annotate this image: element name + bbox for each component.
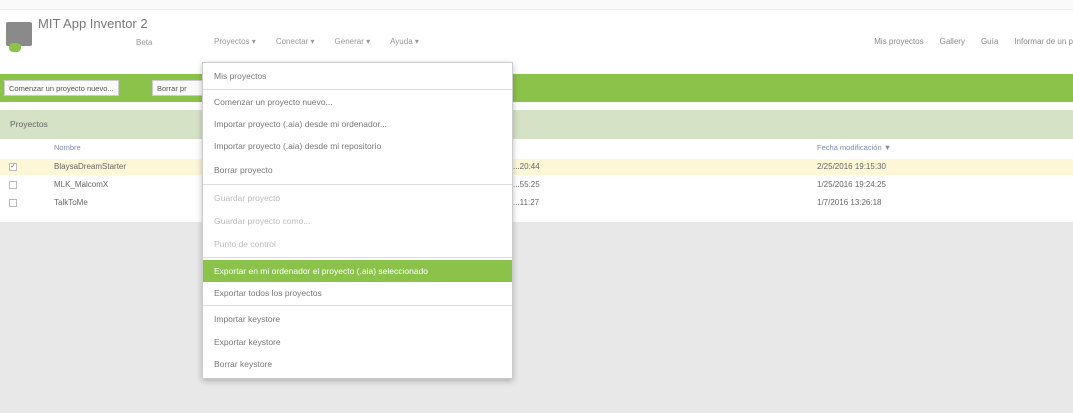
content-area: [0, 222, 1073, 413]
project-created: ...55:25: [513, 180, 540, 189]
menu-separator: [203, 305, 512, 306]
menu-item-export-selected[interactable]: Exportar en mi ordenador el proyecto (.a…: [203, 260, 512, 282]
app-inventor-logo-icon[interactable]: [6, 22, 32, 52]
menu-item-export-all[interactable]: Exportar todos los proyectos: [203, 282, 512, 304]
menu-item-delete-keystore[interactable]: Borrar keystore: [203, 353, 512, 375]
nav-guia[interactable]: Guía: [981, 37, 998, 46]
project-created: ...11:27: [513, 198, 540, 207]
table-row[interactable]: TalkToMe ...11:27 1/7/2016 13:26:18: [0, 195, 1073, 211]
menu-separator: [203, 89, 512, 90]
column-modified[interactable]: Fecha modificación ▼: [817, 143, 891, 152]
menu-item-save-project: Guardar proyecto: [214, 193, 281, 203]
delete-project-button[interactable]: Borrar pr: [152, 80, 204, 96]
projects-section-header: Proyectos: [0, 110, 1073, 139]
row-checkbox[interactable]: [9, 199, 17, 207]
menu-item-import-repo[interactable]: Importar proyecto (.aia) desde mi reposi…: [203, 135, 512, 157]
menu-item-import-computer[interactable]: Importar proyecto (.aia) desde mi ordena…: [203, 113, 512, 135]
row-checkbox[interactable]: ✓: [9, 163, 17, 171]
menu-item-export-keystore[interactable]: Exportar keystore: [203, 331, 512, 353]
project-modified: 1/25/2016 19:24:25: [817, 180, 886, 189]
menu-item-checkpoint: Punto de control: [214, 239, 276, 249]
column-name[interactable]: Nombre: [54, 143, 81, 152]
table-row[interactable]: ✓ BlaysaDreamStarter ...20:44 2/25/2016 …: [0, 159, 1073, 175]
menu-item-my-projects[interactable]: Mis proyectos: [203, 65, 512, 87]
project-modified: 1/7/2016 13:26:18: [817, 198, 882, 207]
menu-generar[interactable]: Generar ▾: [335, 37, 371, 46]
nav-mis-proyectos[interactable]: Mis proyectos: [874, 37, 923, 46]
browser-strip: [0, 0, 1073, 10]
main-menu: Proyectos ▾ Conectar ▾ Generar ▾ Ayuda ▾: [214, 37, 419, 46]
menu-ayuda[interactable]: Ayuda ▾: [390, 37, 419, 46]
menu-item-save-as: Guardar proyecto como...: [214, 216, 311, 226]
projects-title: Proyectos: [10, 119, 48, 129]
project-name[interactable]: MLK_MalcomX: [54, 180, 108, 189]
project-name[interactable]: TalkToMe: [54, 198, 88, 207]
menu-item-new-project[interactable]: Comenzar un proyecto nuevo...: [203, 91, 512, 113]
menu-item-import-keystore[interactable]: Importar keystore: [203, 308, 512, 330]
projects-dropdown-menu: Mis proyectos Comenzar un proyecto nuevo…: [202, 62, 513, 379]
project-created: ...20:44: [513, 162, 540, 171]
row-checkbox[interactable]: [9, 181, 17, 189]
menu-separator: [203, 184, 512, 185]
brand-title[interactable]: MIT App Inventor 2: [38, 16, 148, 31]
right-nav: Mis proyectos Gallery Guía Informar de u…: [874, 37, 1073, 46]
new-project-button[interactable]: Comenzar un proyecto nuevo...: [4, 80, 119, 96]
menu-separator: [203, 257, 512, 258]
project-modified: 2/25/2016 19:15:30: [817, 162, 886, 171]
menu-item-delete-project[interactable]: Borrar proyecto: [203, 159, 512, 181]
nav-gallery[interactable]: Gallery: [940, 37, 965, 46]
menu-conectar[interactable]: Conectar ▾: [276, 37, 315, 46]
menu-proyectos[interactable]: Proyectos ▾: [214, 37, 256, 46]
project-name[interactable]: BlaysaDreamStarter: [54, 162, 126, 171]
nav-informar[interactable]: Informar de un p: [1014, 37, 1073, 46]
beta-label: Beta: [136, 38, 153, 47]
table-row[interactable]: MLK_MalcomX ...55:25 1/25/2016 19:24:25: [0, 177, 1073, 193]
